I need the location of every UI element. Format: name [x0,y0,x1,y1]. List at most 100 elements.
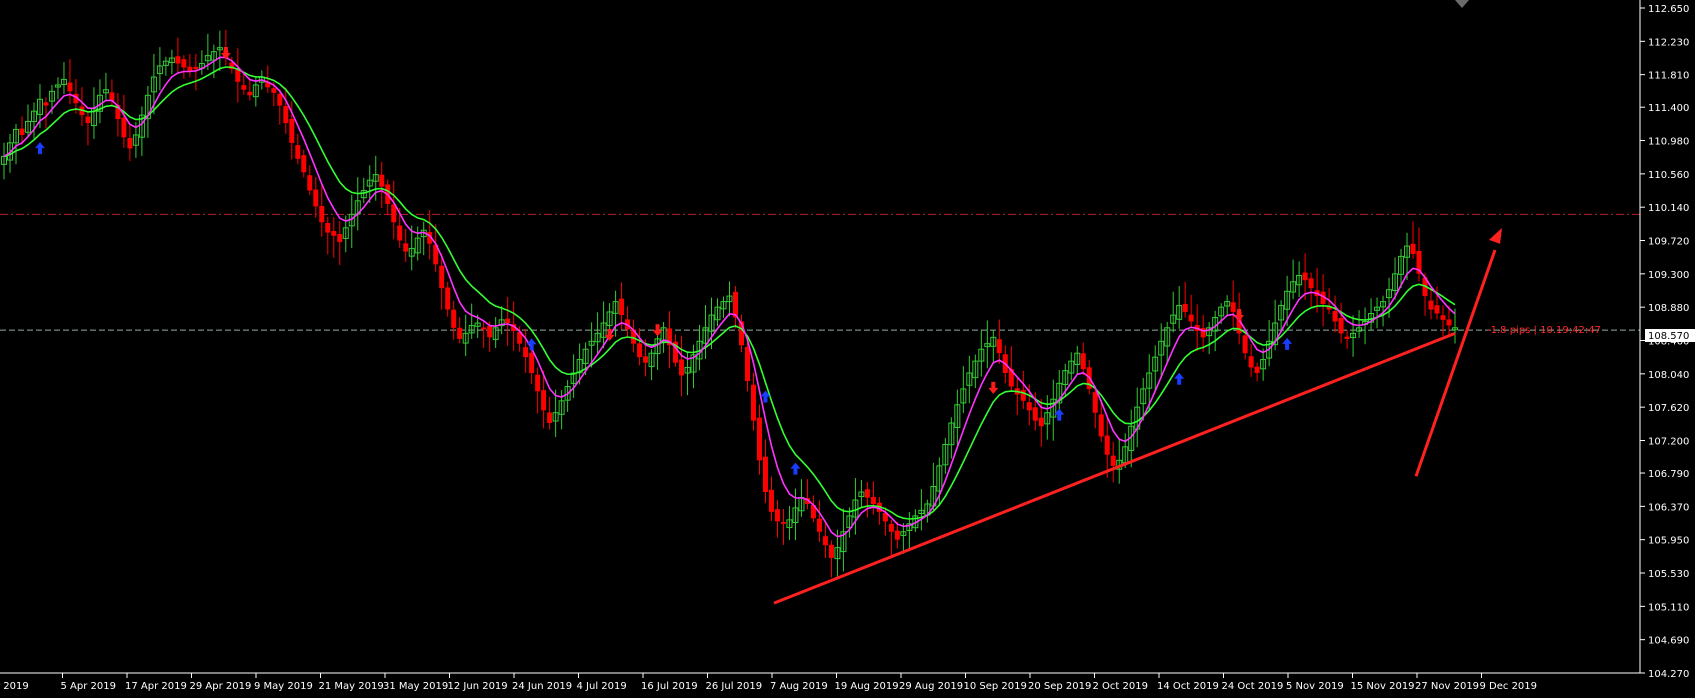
price-tick-label: 111.810 [1648,71,1689,82]
candle-body-bear [679,359,685,376]
price-tick-label: 107.620 [1648,403,1689,414]
candle-body-bear [301,155,307,173]
candle-body-bear [445,287,451,310]
candle-body-bear [774,509,780,522]
candle-body-bear [121,117,127,138]
candle-body-bear [816,518,822,532]
candle-body-bear [397,225,403,241]
time-tick-label: 19 Aug 2019 [835,681,899,692]
time-tick-label: 12 Jun 2019 [448,681,508,692]
time-tick-label: 15 Nov 2019 [1351,681,1415,692]
time-tick-label: 10 Sep 2019 [964,681,1027,692]
price-tick-label: 110.560 [1648,170,1689,181]
candle-body-bear [732,291,738,318]
price-tick-label: 105.110 [1648,602,1689,613]
price-tick-label: 104.270 [1648,669,1689,680]
candle-body-bear [1110,455,1116,466]
candle-body-bear [1020,389,1026,401]
candle-body-bear [277,93,283,106]
time-tick-label: 31 May 2019 [383,681,448,692]
candle-body-bear [283,106,289,124]
price-tick-label: 109.720 [1648,237,1689,248]
candle-body-bear [1038,417,1044,427]
current-price-marker: 108.570 [1645,329,1695,342]
time-tick-label: 5 Nov 2019 [1286,681,1344,692]
candle-body-bear [325,223,331,233]
time-tick-label: 29 Aug 2019 [899,681,963,692]
candle-body-bear [888,523,894,532]
candle-body-bear [864,489,870,498]
current-price-label: 108.570 [1648,331,1689,342]
candle-body-bear [439,265,445,289]
candle-body-bear [67,82,73,92]
candle-body-bear [379,174,385,187]
price-tick-label: 104.690 [1648,636,1689,647]
candle-body-bear [1434,305,1440,314]
candle-body-bear [619,298,625,316]
candle-body-bear [193,66,199,70]
time-tick-label: 24 Jun 2019 [512,681,572,692]
time-tick-label: 2 Oct 2019 [1093,681,1148,692]
price-tick-label: 112.230 [1648,37,1689,48]
time-tick-label: 5 Apr 2019 [61,681,116,692]
candle-body-bear [271,88,277,93]
candle-body-bear [870,496,876,504]
candle-body-bear [19,128,25,135]
candle-body-bear [403,243,409,252]
candle-body-bear [750,384,756,421]
price-tick-label: 111.400 [1648,103,1689,114]
candle-body-bear [109,92,115,101]
candle-body-bear [1188,314,1194,322]
candle-body-bear [1302,272,1308,281]
price-tick-label: 109.300 [1648,270,1689,281]
candle-body-bear [457,327,463,339]
time-tick-label: 27 Nov 2019 [1415,681,1479,692]
time-tick-label: 9 May 2019 [254,681,313,692]
candle-body-bear [1344,336,1350,339]
time-tick-label: 20 Sep 2019 [1028,681,1091,692]
candle-body-bear [175,56,181,64]
candle-body-bear [1440,315,1446,320]
price-tick-label: 105.530 [1648,569,1689,580]
candle-body-bear [295,145,301,159]
candle-body-bear [541,390,547,411]
candle-body-bear [1080,353,1086,370]
candle-body-bear [1026,402,1032,411]
candle-body-bear [780,522,786,524]
chart-background [0,0,1695,698]
time-tick-label: 16 Jul 2019 [641,681,698,692]
candle-body-bear [241,85,247,90]
candle-body-bear [247,91,253,96]
candle-body-bear [1230,302,1236,312]
candle-body-bear [762,456,768,493]
candle-body-bear [481,327,487,330]
time-tick-label: r 2019 [0,681,29,692]
price-tick-label: 107.200 [1648,436,1689,447]
candle-body-bear [1248,356,1254,368]
candle-body-bear [894,530,900,540]
candle-body-bear [1092,392,1098,413]
candle-body-bear [319,206,325,223]
candle-body-bear [768,489,774,512]
price-tick-label: 108.880 [1648,303,1689,314]
time-tick-label: 21 May 2019 [319,681,384,692]
candle-body-bear [1254,366,1260,374]
candle-body-bear [487,326,493,338]
time-tick-label: 14 Oct 2019 [1157,681,1219,692]
candle-body-bear [1308,278,1314,289]
price-chart[interactable]: 112.650 112.230 111.810 111.400 110.980 110.5… [0,0,1695,698]
candle-body-bear [85,116,91,124]
time-tick-label: 29 Apr 2019 [190,681,252,692]
candle-body-bear [1338,318,1344,334]
price-tick-label: 105.950 [1648,536,1689,547]
candle-body-bear [181,59,187,68]
price-tick-label: 106.370 [1648,502,1689,513]
candle-body-bear [289,118,295,143]
candle-body-bear [505,318,511,324]
pips-label: -1.8 pips | 10.19:42:47 [1487,325,1601,336]
candle-body-bear [1410,243,1416,255]
candle-body-bear [535,374,541,392]
candle-body-bear [1332,311,1338,322]
time-tick-label: 26 Jul 2019 [706,681,763,692]
time-tick-label: 17 Apr 2019 [125,681,187,692]
